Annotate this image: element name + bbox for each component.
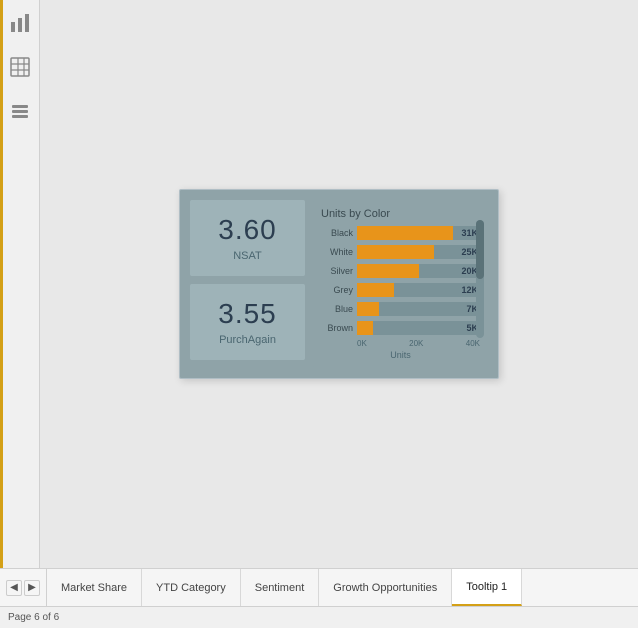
nsat-value: 3.60	[218, 214, 277, 246]
bar-row: Blue 7K	[321, 302, 480, 316]
bar-container: 31K	[357, 226, 480, 240]
bar-label: Brown	[321, 323, 353, 333]
tab-bar: ◀ ▶ Market ShareYTD CategorySentimentGro…	[0, 568, 638, 606]
bar-label: Black	[321, 228, 353, 238]
bar-label: Grey	[321, 285, 353, 295]
bar-container: 20K	[357, 264, 480, 278]
chart-x-axis: 0K 20K 40K	[321, 339, 480, 348]
bar-container: 5K	[357, 321, 480, 335]
tab-market-share[interactable]: Market Share	[47, 569, 142, 606]
chart-title: Units by Color	[321, 208, 480, 220]
bar-row: Grey 12K	[321, 283, 480, 297]
bar-container: 12K	[357, 283, 480, 297]
units-by-color-chart: Units by Color Black 31K White 25K Silver 20K…	[313, 200, 488, 368]
bar-row: White 25K	[321, 245, 480, 259]
page-info: Page 6 of 6	[8, 612, 59, 623]
bar-chart: Black 31K White 25K Silver 20K Grey 12K Blue 7K Br…	[321, 226, 480, 335]
layers-icon[interactable]	[7, 98, 33, 124]
x-axis-label: 40K	[466, 339, 480, 348]
chart-scrollbar[interactable]	[476, 220, 484, 338]
bar-row: Black 31K	[321, 226, 480, 240]
bar-row: Silver 20K	[321, 264, 480, 278]
bar-label: Silver	[321, 266, 353, 276]
bar-chart-icon[interactable]	[7, 10, 33, 36]
status-bar: Page 6 of 6	[0, 606, 638, 628]
axis-title: Units	[321, 350, 480, 360]
bar-fill	[357, 302, 379, 316]
purchagain-label: PurchAgain	[219, 334, 276, 346]
purchagain-value: 3.55	[218, 298, 277, 330]
tab-prev-button[interactable]: ◀	[6, 580, 22, 596]
bar-background	[357, 321, 480, 335]
bar-fill	[357, 321, 373, 335]
bar-label: White	[321, 247, 353, 257]
bar-label: Blue	[321, 304, 353, 314]
purchagain-metric-box: 3.55 PurchAgain	[190, 284, 305, 360]
bar-fill	[357, 264, 419, 278]
tab-ytd-category[interactable]: YTD Category	[142, 569, 241, 606]
content-area: 3.60 NSAT 3.55 PurchAgain Units by Color…	[40, 0, 638, 568]
x-axis-label: 0K	[357, 339, 367, 348]
tooltip-card: 3.60 NSAT 3.55 PurchAgain Units by Color…	[179, 189, 499, 379]
scrollbar-thumb[interactable]	[476, 220, 484, 279]
nsat-metric-box: 3.60 NSAT	[190, 200, 305, 276]
tab-growth-opportunities[interactable]: Growth Opportunities	[319, 569, 452, 606]
bar-fill	[357, 245, 434, 259]
tabs-container: Market ShareYTD CategorySentimentGrowth …	[47, 569, 638, 606]
tab-tooltip-1[interactable]: Tooltip 1	[452, 569, 522, 606]
bar-fill	[357, 283, 394, 297]
table-icon[interactable]	[7, 54, 33, 80]
sidebar	[0, 0, 40, 568]
x-axis-label: 20K	[409, 339, 423, 348]
sidebar-accent	[0, 0, 3, 568]
metric-panels: 3.60 NSAT 3.55 PurchAgain	[190, 200, 305, 368]
main-area: 3.60 NSAT 3.55 PurchAgain Units by Color…	[0, 0, 638, 568]
tab-navigation: ◀ ▶	[0, 569, 47, 606]
tab-next-button[interactable]: ▶	[24, 580, 40, 596]
tab-sentiment[interactable]: Sentiment	[241, 569, 320, 606]
bar-container: 7K	[357, 302, 480, 316]
bar-fill	[357, 226, 453, 240]
bar-container: 25K	[357, 245, 480, 259]
nsat-label: NSAT	[233, 250, 262, 262]
bar-row: Brown 5K	[321, 321, 480, 335]
